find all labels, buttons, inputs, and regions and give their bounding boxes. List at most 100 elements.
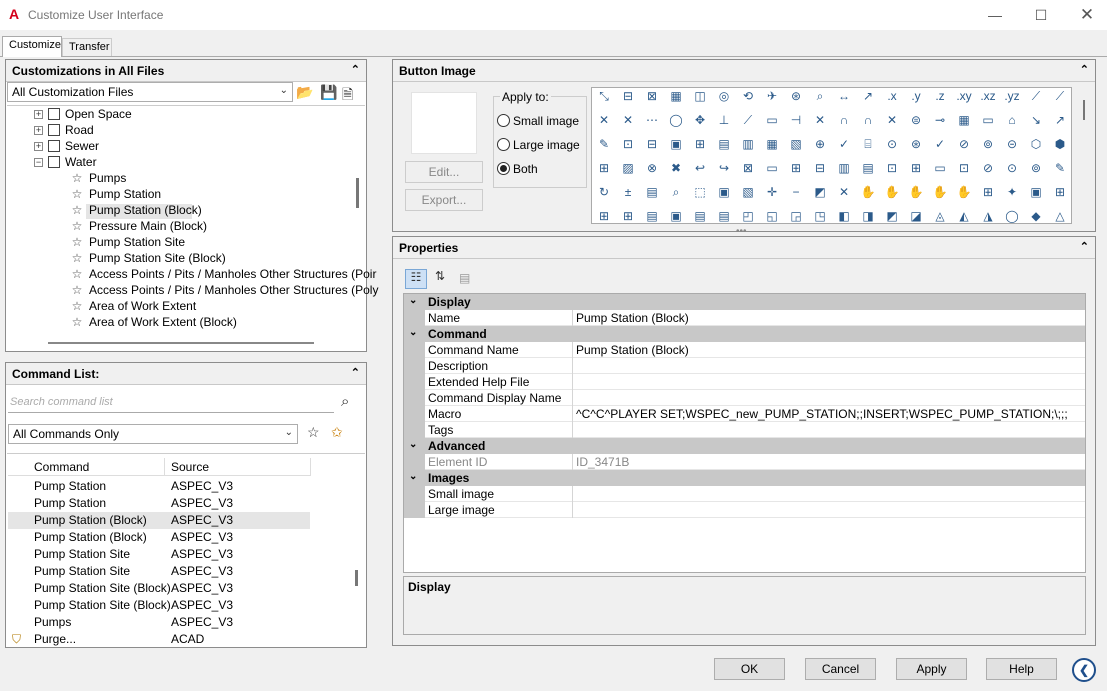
tree-item[interactable]: ☆ Area of Work Extent: [70, 299, 197, 315]
button-image-icon[interactable]: ⤡: [593, 88, 615, 107]
button-image-icon[interactable]: ⊠: [737, 157, 759, 179]
button-image-icon[interactable]: ⊙: [1001, 157, 1023, 179]
command-row[interactable]: Pump Station Site (Block) ASPEC_V3: [8, 597, 310, 614]
button-image-icon[interactable]: .z: [929, 88, 951, 107]
command-row[interactable]: Pump Station Site (Block) ASPEC_V3: [8, 580, 310, 597]
maximize-icon[interactable]: ☐: [1030, 4, 1052, 26]
property-row[interactable]: Command Display Name: [404, 390, 1085, 406]
radio-button[interactable]: [497, 114, 510, 127]
tree-item[interactable]: ☆ Access Points / Pits / Manholes Other S…: [70, 267, 377, 283]
ok-button[interactable]: OK: [714, 658, 785, 680]
expand-node-icon[interactable]: +: [34, 110, 43, 119]
property-row[interactable]: Command Name Pump Station (Block): [404, 342, 1085, 358]
button-image-icon[interactable]: ⊣: [785, 109, 807, 131]
button-image-icon[interactable]: ↻: [593, 181, 615, 203]
button-image-icon[interactable]: ◩: [881, 205, 903, 223]
alphabetical-icon[interactable]: ⇅: [430, 269, 450, 289]
button-image-icon[interactable]: ⊟: [641, 133, 663, 155]
collapse-node-icon[interactable]: −: [34, 158, 43, 167]
button-image-icon[interactable]: ✛: [761, 181, 783, 203]
button-image-icon[interactable]: ✕: [617, 109, 639, 131]
button-image-icon[interactable]: ▤: [713, 205, 735, 223]
button-image-icon[interactable]: .xz: [977, 88, 999, 107]
tree-item[interactable]: ☆ Access Points / Pits / Manholes Other S…: [70, 283, 379, 299]
find-command-icon[interactable]: ☆: [307, 424, 320, 441]
button-image-icon[interactable]: ⌸: [857, 133, 879, 155]
column-source[interactable]: Source: [171, 460, 209, 474]
property-row[interactable]: Small image: [404, 486, 1085, 502]
button-image-icon[interactable]: ⊛: [785, 88, 807, 107]
property-row[interactable]: Macro ^C^C^PLAYER SET;WSPEC_new_PUMP_STAT…: [404, 406, 1085, 422]
command-filter-select[interactable]: All Commands Only ⌄: [8, 424, 298, 444]
search-command-input[interactable]: Search command list: [8, 393, 334, 413]
property-category[interactable]: ⌄ Command: [404, 326, 1085, 342]
button-image-icon[interactable]: ✓: [929, 133, 951, 155]
button-image-icon[interactable]: ✕: [809, 109, 831, 131]
button-image-icon[interactable]: ▭: [977, 109, 999, 131]
button-image-icon[interactable]: ▣: [713, 181, 735, 203]
button-image-icon[interactable]: ⊟: [617, 88, 639, 107]
collapse-icon[interactable]: ⌃: [351, 63, 360, 76]
radio-button[interactable]: [497, 138, 510, 151]
collapse-category-icon[interactable]: ⌄: [409, 471, 417, 482]
button-image-icon[interactable]: ⌕: [665, 181, 687, 203]
button-image-icon[interactable]: ⋯: [641, 109, 663, 131]
button-image-icon[interactable]: .yz: [1001, 88, 1023, 107]
button-image-icon[interactable]: ⊘: [977, 157, 999, 179]
button-image-icon[interactable]: ⊞: [905, 157, 927, 179]
button-image-icon[interactable]: ▤: [689, 205, 711, 223]
export-image-button[interactable]: Export...: [405, 189, 483, 211]
command-list-scrollbar[interactable]: [355, 570, 358, 586]
command-row[interactable]: Pumps ASPEC_V3: [8, 614, 310, 631]
button-image-icon[interactable]: ▨: [617, 157, 639, 179]
minimize-icon[interactable]: —: [984, 4, 1006, 26]
property-row[interactable]: Element ID ID_3471B: [404, 454, 1085, 470]
button-image-icon[interactable]: ▤: [713, 133, 735, 155]
property-row[interactable]: Name Pump Station (Block): [404, 310, 1085, 326]
button-image-icon[interactable]: −: [785, 181, 807, 203]
button-image-icon[interactable]: ◬: [929, 205, 951, 223]
button-image-icon[interactable]: ±: [617, 181, 639, 203]
command-row[interactable]: Pump Station ASPEC_V3: [8, 478, 310, 495]
collapse-icon[interactable]: ⌃: [1080, 240, 1089, 253]
button-image-icon[interactable]: ✋: [857, 181, 879, 203]
button-image-icon[interactable]: ∩: [857, 109, 879, 131]
command-row[interactable]: Pump Station (Block) ASPEC_V3: [8, 529, 310, 546]
button-image-icon[interactable]: ⊞: [1049, 181, 1071, 203]
collapse-category-icon[interactable]: ⌄: [409, 295, 417, 306]
property-category[interactable]: ⌄ Images: [404, 470, 1085, 486]
collapse-category-icon[interactable]: ⌄: [409, 439, 417, 450]
button-image-icon[interactable]: ▧: [737, 181, 759, 203]
tree-item[interactable]: ☆ Pump Station (Block): [70, 203, 202, 219]
icon-grid-scrollbar[interactable]: [1083, 100, 1085, 120]
button-image-icon[interactable]: ✓: [833, 133, 855, 155]
new-command-icon[interactable]: ✩: [331, 424, 343, 441]
button-image-icon[interactable]: ▦: [953, 109, 975, 131]
button-image-icon[interactable]: ▦: [665, 88, 687, 107]
button-image-icon[interactable]: ◨: [857, 205, 879, 223]
command-row[interactable]: ⛉ Purge... ACAD: [8, 631, 310, 648]
property-row[interactable]: Tags: [404, 422, 1085, 438]
tree-item[interactable]: + Open Space: [34, 107, 132, 123]
button-image-icon[interactable]: ▤: [641, 181, 663, 203]
button-image-icon[interactable]: ↗: [1049, 109, 1071, 131]
button-image-grid[interactable]: ⤡ ⊟ ⊠ ▦ ◫ ◎ ⟲ ✈ ⊛ ⌕ ↔ ↗ .x .y .z .xy .xz .yz ⟋ ⟋ ✕ ✕ ⋯ ◯ ✥ ⊥ ⟋ ▭ ⊣ ✕ ∩…: [591, 87, 1072, 224]
button-image-icon[interactable]: ✥: [689, 109, 711, 131]
button-image-icon[interactable]: ◆: [1025, 205, 1047, 223]
radio-button[interactable]: [497, 162, 510, 175]
button-image-icon[interactable]: ⟋: [1025, 88, 1047, 107]
tree-item[interactable]: ☆ Area of Work Extent (Block): [70, 315, 237, 331]
cancel-button[interactable]: Cancel: [805, 658, 876, 680]
button-image-icon[interactable]: ⌂: [1001, 109, 1023, 131]
button-image-icon[interactable]: ⊞: [689, 133, 711, 155]
button-image-icon[interactable]: ✖: [665, 157, 687, 179]
button-image-icon[interactable]: ⌕: [809, 88, 831, 107]
customization-file-select[interactable]: All Customization Files ⌄: [7, 82, 293, 102]
tree-scrollbar[interactable]: [356, 178, 359, 208]
tree-item[interactable]: ☆ Pump Station Site (Block): [70, 251, 226, 267]
button-image-icon[interactable]: ▣: [665, 133, 687, 155]
property-category[interactable]: ⌄ Display: [404, 294, 1085, 310]
button-image-icon[interactable]: ▭: [761, 157, 783, 179]
button-image-icon[interactable]: ✋: [953, 181, 975, 203]
tab-transfer[interactable]: Transfer: [62, 38, 112, 56]
